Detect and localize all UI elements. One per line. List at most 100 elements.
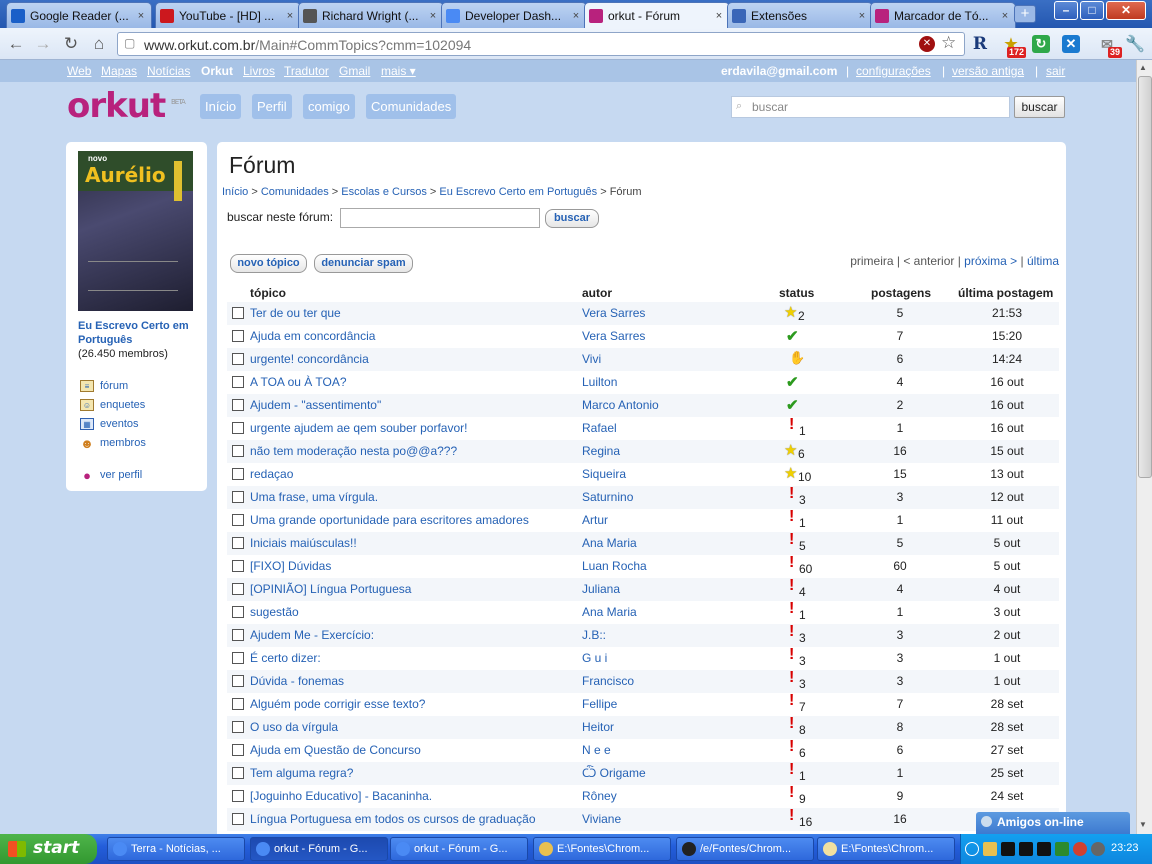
tray-network-icon[interactable] xyxy=(1055,842,1069,856)
scroll-down-icon[interactable]: ▼ xyxy=(1139,820,1147,829)
author-link[interactable]: Francisco xyxy=(582,674,634,688)
link-configuracoes[interactable]: configurações xyxy=(856,64,931,78)
scroll-up-icon[interactable]: ▲ xyxy=(1139,63,1147,72)
tab-close-icon[interactable]: × xyxy=(570,10,582,22)
mail-ext-icon[interactable]: ✉ 39 xyxy=(1096,33,1122,58)
pager-next[interactable]: próxima > xyxy=(964,254,1017,268)
author-link[interactable]: Viviane xyxy=(582,812,621,826)
community-name[interactable]: Eu Escrevo Certo em Português xyxy=(78,319,203,347)
back-icon[interactable]: ← xyxy=(5,33,27,55)
topic-link[interactable]: Ajudem Me - Exercício: xyxy=(250,628,374,642)
topic-link[interactable]: Uma frase, uma vírgula. xyxy=(250,490,378,504)
row-checkbox[interactable] xyxy=(232,767,244,779)
browser-tab[interactable]: Google Reader (... × xyxy=(6,2,152,28)
tray-monitor-icon[interactable] xyxy=(1001,842,1015,856)
col-ultima-postagem[interactable]: última postagem xyxy=(958,286,1053,300)
tray-app-icon[interactable] xyxy=(983,842,997,856)
online-friends-bar[interactable]: Amigos on-line xyxy=(976,812,1130,834)
topic-link[interactable]: Língua Portuguesa em todos os cursos de … xyxy=(250,812,536,826)
new-tab-button[interactable]: + xyxy=(1014,5,1036,23)
scroll-thumb[interactable] xyxy=(1138,76,1152,478)
minimize-button[interactable]: – xyxy=(1054,1,1078,20)
nav-perfil[interactable]: Perfil xyxy=(252,94,292,119)
search-button[interactable]: buscar xyxy=(1014,96,1065,118)
pager-last[interactable]: última xyxy=(1027,254,1059,268)
reader-ext-icon[interactable]: R xyxy=(969,33,991,55)
row-checkbox[interactable] xyxy=(232,330,244,342)
tab-close-icon[interactable]: × xyxy=(713,10,725,22)
author-link[interactable]: Juliana xyxy=(582,582,620,596)
topic-link[interactable]: não tem moderação nesta po@@a??? xyxy=(250,444,457,458)
taskbar-item[interactable]: Terra - Notícias, ... xyxy=(107,837,245,861)
tab-close-icon[interactable]: × xyxy=(999,10,1011,22)
menu-membros[interactable]: ☻ membros xyxy=(80,436,146,451)
row-checkbox[interactable] xyxy=(232,698,244,710)
author-link[interactable]: J.B:: xyxy=(582,628,606,642)
delicious-ext-icon[interactable]: ✕ xyxy=(1062,35,1080,53)
author-link[interactable]: Rafael xyxy=(582,421,617,435)
row-checkbox[interactable] xyxy=(232,652,244,664)
author-link[interactable]: Vera Sarres xyxy=(582,306,645,320)
topic-link[interactable]: [OPINIÃO] Língua Portuguesa xyxy=(250,582,411,596)
topic-link[interactable]: Ter de ou ter que xyxy=(250,306,341,320)
topic-link[interactable]: urgente! concordância xyxy=(250,352,369,366)
author-link[interactable]: Saturnino xyxy=(582,490,633,504)
row-checkbox[interactable] xyxy=(232,560,244,572)
author-link[interactable]: Ana Maria xyxy=(582,536,637,550)
browser-tab[interactable]: Marcador de Tó... × xyxy=(870,2,1016,28)
nav-inicio[interactable]: Início xyxy=(200,94,242,119)
browser-tab[interactable]: orkut - Fórum × xyxy=(584,2,730,29)
reload-icon[interactable]: ↻ xyxy=(60,33,82,55)
link-versao-antiga[interactable]: versão antiga xyxy=(952,64,1024,78)
taskbar-item[interactable]: E:\Fontes\Chrom... xyxy=(817,837,955,861)
blocked-icon[interactable]: ✕ xyxy=(919,36,935,52)
row-checkbox[interactable] xyxy=(232,353,244,365)
search-input[interactable]: ⌕ buscar xyxy=(731,96,1010,118)
author-link[interactable]: G u i xyxy=(582,651,607,665)
row-checkbox[interactable] xyxy=(232,721,244,733)
browser-tab[interactable]: YouTube - [HD] ... × xyxy=(155,2,301,28)
link-livros[interactable]: Livros xyxy=(243,64,275,78)
topic-link[interactable]: Tem alguma regra? xyxy=(250,766,353,780)
new-topic-button[interactable]: novo tópico xyxy=(230,254,307,273)
maximize-button[interactable]: □ xyxy=(1080,1,1104,20)
topic-link[interactable]: urgente ajudem ae qem souber porfavor! xyxy=(250,421,467,435)
page-scrollbar[interactable]: ▲ ▼ xyxy=(1136,60,1152,834)
browser-tab[interactable]: Developer Dash... × xyxy=(441,2,587,28)
row-checkbox[interactable] xyxy=(232,790,244,802)
tab-close-icon[interactable]: × xyxy=(856,10,868,22)
ver-perfil-link[interactable]: ● ver perfil xyxy=(80,468,142,483)
topic-link[interactable]: Ajuda em concordância xyxy=(250,329,375,343)
row-checkbox[interactable] xyxy=(232,583,244,595)
link-tradutor[interactable]: Tradutor xyxy=(284,64,329,78)
topic-link[interactable]: Dúvida - fonemas xyxy=(250,674,344,688)
author-link[interactable]: Rôney xyxy=(582,789,617,803)
row-checkbox[interactable] xyxy=(232,491,244,503)
start-button[interactable]: start xyxy=(0,834,97,864)
row-checkbox[interactable] xyxy=(232,606,244,618)
menu-enquetes[interactable]: ☺ enquetes xyxy=(80,399,145,411)
row-checkbox[interactable] xyxy=(232,399,244,411)
tray-toggle-icon[interactable] xyxy=(965,842,979,856)
row-checkbox[interactable] xyxy=(232,629,244,641)
topic-link[interactable]: O uso da vírgula xyxy=(250,720,338,734)
tray-monitor-icon[interactable] xyxy=(1019,842,1033,856)
col-topico[interactable]: tópico xyxy=(250,286,286,300)
row-checkbox[interactable] xyxy=(232,514,244,526)
browser-tab[interactable]: Richard Wright (... × xyxy=(298,2,444,28)
report-spam-button[interactable]: denunciar spam xyxy=(314,254,413,273)
tray-monitor-icon[interactable] xyxy=(1037,842,1051,856)
topic-link[interactable]: É certo dizer: xyxy=(250,651,321,665)
row-checkbox[interactable] xyxy=(232,376,244,388)
forum-search-input[interactable] xyxy=(340,208,540,228)
topic-link[interactable]: redaçao xyxy=(250,467,293,481)
link-noticias[interactable]: Notícias xyxy=(147,64,190,78)
browser-tab[interactable]: Extensões × xyxy=(727,2,873,28)
wrench-icon[interactable]: 🔧 xyxy=(1124,33,1146,55)
link-mais[interactable]: mais ▾ xyxy=(381,64,416,78)
row-checkbox[interactable] xyxy=(232,445,244,457)
link-web[interactable]: Web xyxy=(67,64,91,78)
author-link[interactable]: Luan Rocha xyxy=(582,559,647,573)
breadcrumb-comunidades[interactable]: Comunidades xyxy=(261,186,329,198)
tab-close-icon[interactable]: × xyxy=(427,10,439,22)
